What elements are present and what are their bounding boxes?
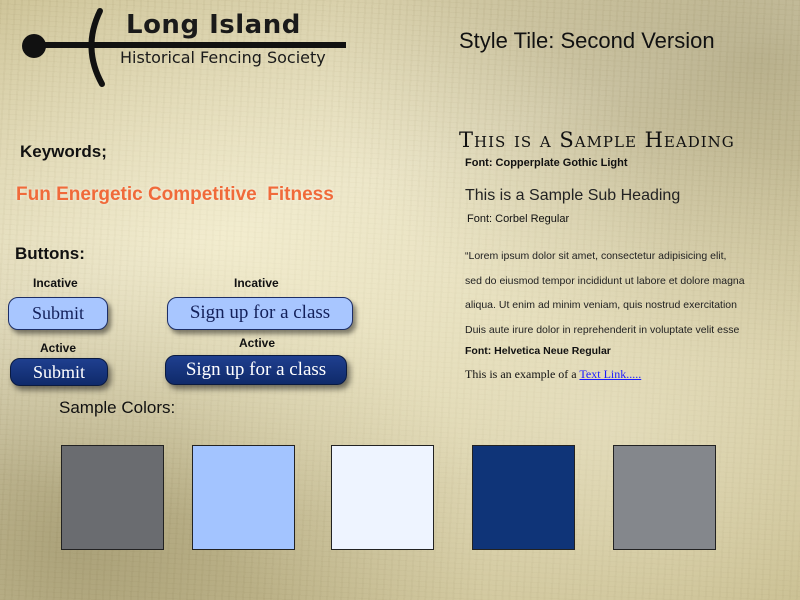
sample-heading: This is a Sample Heading (459, 128, 735, 152)
sample-text-link[interactable]: Text Link..... (579, 367, 641, 381)
color-swatch-gray (61, 445, 164, 550)
link-prefix: This is an example of a (465, 367, 580, 381)
body-line: aliqua. Ut enim ad minim veniam, quis no… (465, 299, 737, 311)
sample-colors-heading: Sample Colors: (59, 398, 176, 417)
logo-subtitle: Historical Fencing Society (120, 48, 326, 67)
inactive-label: Incative (33, 276, 78, 290)
color-swatch-slate (613, 445, 716, 550)
society-logo: Long Island Historical Fencing Society (18, 6, 353, 92)
keywords-heading: Keywords; (20, 142, 107, 161)
body-line: Duis aute irure dolor in reprehenderit i… (465, 323, 740, 336)
signup-button-inactive[interactable]: Sign up for a class (167, 297, 353, 330)
body-text-sample: “Lorem ipsum dolor sit amet, consectetur… (465, 244, 795, 342)
inactive-label: Incative (234, 276, 279, 290)
color-swatch-light-blue (192, 445, 295, 550)
active-label: Active (40, 341, 77, 355)
heading-font-note: Font: Copperplate Gothic Light (465, 157, 628, 169)
color-swatch-navy (472, 445, 575, 550)
color-swatch-pale-blue (331, 445, 434, 550)
text-link-example: This is an example of a Text Link..... (465, 367, 641, 382)
logo-title: Long Island (126, 10, 301, 40)
body-line: sed do eiusmod tempor incididunt ut labo… (465, 274, 745, 287)
buttons-heading: Buttons: (15, 244, 85, 263)
subheading-font-note: Font: Corbel Regular (467, 213, 570, 225)
body-font-note: Font: Helvetica Neue Regular (465, 345, 611, 357)
body-line: “Lorem ipsum dolor sit amet, consectetur… (465, 250, 727, 262)
active-label: Active (239, 336, 276, 350)
sample-subheading: This is a Sample Sub Heading (465, 187, 681, 204)
submit-button-active[interactable]: Submit (10, 358, 108, 386)
keywords-list: Fun Energetic Competitive Fitness (16, 184, 334, 205)
signup-button-active[interactable]: Sign up for a class (165, 355, 347, 385)
page-title: Style Tile: Second Version (459, 28, 715, 53)
submit-button-inactive[interactable]: Submit (8, 297, 108, 330)
